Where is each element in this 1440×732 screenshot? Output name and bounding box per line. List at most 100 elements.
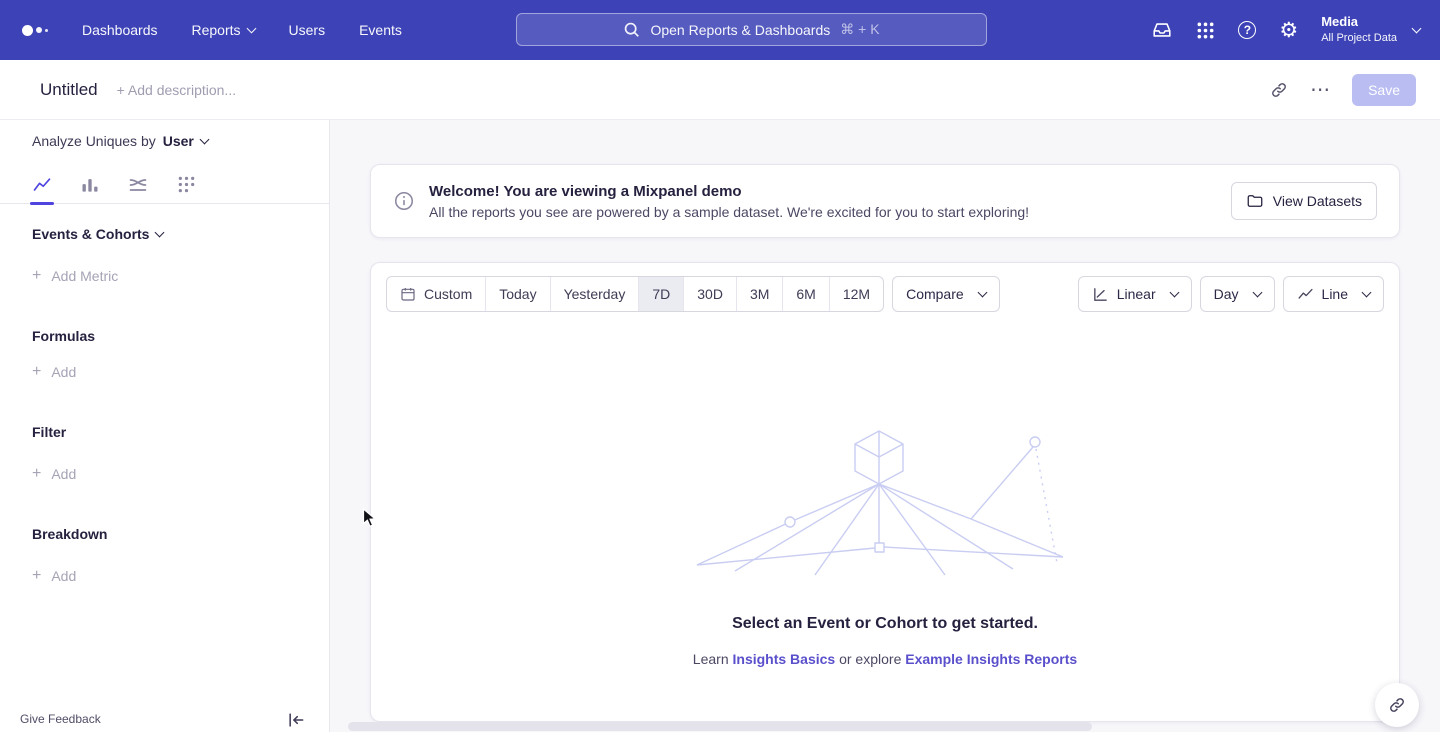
events-cohorts-section[interactable]: Events & Cohorts — [32, 226, 163, 242]
chart-display-controls: Linear Day Line — [1078, 276, 1384, 312]
nav-right: ? ⚙ Media All Project Data — [1151, 0, 1440, 60]
empty-state-title: Select an Event or Cohort to get started… — [371, 615, 1399, 633]
insights-basics-link[interactable]: Insights Basics — [733, 651, 836, 667]
granularity-selector[interactable]: Day — [1200, 276, 1275, 312]
add-formula-button[interactable]: + Add — [32, 364, 76, 380]
horizontal-scrollbar[interactable] — [348, 722, 1092, 731]
date-range-6m[interactable]: 6M — [782, 277, 828, 311]
plus-icon: + — [32, 268, 41, 284]
analyze-value-label: User — [163, 133, 194, 149]
learn-prefix: Learn — [693, 651, 729, 667]
flows-tab-icon[interactable] — [126, 166, 150, 204]
analyze-label: Analyze Uniques by — [32, 133, 156, 149]
date-range-3m[interactable]: 3M — [736, 277, 782, 311]
project-name: Media — [1321, 14, 1397, 31]
compare-button[interactable]: Compare — [892, 276, 1000, 312]
events-cohorts-label: Events & Cohorts — [32, 226, 149, 242]
banner-title: Welcome! You are viewing a Mixpanel demo — [429, 183, 1029, 200]
nav-item-reports-label: Reports — [192, 22, 241, 38]
date-range-yesterday[interactable]: Yesterday — [550, 277, 639, 311]
retention-grid-tab-icon[interactable] — [174, 166, 198, 204]
banner-subtitle: All the reports you see are powered by a… — [429, 204, 1029, 220]
add-breakdown-button[interactable]: + Add — [32, 568, 76, 584]
insights-tab-icon[interactable] — [30, 166, 54, 204]
question-glyph: ? — [1238, 21, 1256, 39]
plus-icon: + — [32, 364, 41, 380]
more-options-icon[interactable]: ⋯ — [1310, 80, 1331, 100]
empty-state-illustration — [695, 425, 1075, 577]
chevron-down-icon — [1362, 288, 1372, 298]
scale-label: Linear — [1117, 286, 1156, 302]
example-insights-reports-link[interactable]: Example Insights Reports — [905, 651, 1077, 667]
bar-chart-tab-icon[interactable] — [78, 166, 102, 204]
nav-item-dashboards[interactable]: Dashboards — [82, 22, 158, 38]
project-scope: All Project Data — [1321, 31, 1397, 45]
nav-item-users[interactable]: Users — [289, 22, 326, 38]
add-breakdown-label: Add — [51, 568, 76, 584]
add-formula-label: Add — [51, 364, 76, 380]
analyze-value-dropdown[interactable]: User — [163, 133, 208, 149]
collapse-sidebar-icon[interactable] — [286, 710, 306, 730]
plus-icon: + — [32, 466, 41, 482]
breakdown-section-label: Breakdown — [32, 526, 107, 542]
top-nav: Dashboards Reports Users Events Open Rep… — [0, 0, 1440, 60]
date-range-12m[interactable]: 12M — [829, 277, 883, 311]
logo-dot — [36, 27, 42, 33]
date-range-custom[interactable]: Custom — [387, 277, 485, 311]
chevron-down-icon — [977, 288, 987, 298]
chevron-down-icon — [1412, 24, 1422, 34]
date-range-7d[interactable]: 7D — [638, 277, 683, 311]
project-switcher[interactable]: Media All Project Data — [1321, 14, 1420, 45]
add-metric-label: Add Metric — [51, 268, 118, 284]
copy-link-fab[interactable] — [1375, 683, 1419, 727]
give-feedback-link[interactable]: Give Feedback — [20, 712, 101, 726]
report-description-placeholder[interactable]: + Add description... — [117, 82, 236, 98]
view-datasets-button[interactable]: View Datasets — [1231, 182, 1377, 220]
report-title[interactable]: Untitled — [40, 80, 98, 100]
report-canvas: Welcome! You are viewing a Mixpanel demo… — [330, 120, 1440, 732]
folder-icon — [1246, 192, 1264, 210]
analyze-row: Analyze Uniques by User — [32, 133, 208, 149]
add-filter-label: Add — [51, 466, 76, 482]
chart-type-selector[interactable]: Line — [1283, 276, 1384, 312]
line-chart-icon — [1297, 286, 1314, 303]
chevron-down-icon — [155, 228, 165, 238]
welcome-banner: Welcome! You are viewing a Mixpanel demo… — [370, 164, 1400, 238]
save-button[interactable]: Save — [1352, 74, 1416, 106]
empty-state-links: Learn Insights Basics or explore Example… — [371, 651, 1399, 667]
global-search[interactable]: Open Reports & Dashboards ⌘ + K — [516, 13, 987, 46]
logo-dot — [45, 29, 48, 32]
chart-toolbar: Custom Today Yesterday 7D 30D 3M 6M 12M … — [371, 263, 1399, 312]
chart-type-label: Line — [1322, 286, 1348, 302]
date-range-custom-label: Custom — [424, 286, 472, 302]
logo-dot — [22, 25, 33, 36]
nav-item-events[interactable]: Events — [359, 22, 402, 38]
query-sidebar: Analyze Uniques by User — [0, 120, 330, 732]
date-range-today[interactable]: Today — [485, 277, 549, 311]
chevron-down-icon — [199, 135, 209, 145]
chevron-down-icon — [246, 24, 256, 34]
chevron-down-icon — [1252, 288, 1262, 298]
date-range-control: Custom Today Yesterday 7D 30D 3M 6M 12M — [386, 276, 884, 312]
calendar-icon — [400, 286, 416, 302]
mixpanel-logo[interactable] — [22, 25, 48, 36]
add-metric-button[interactable]: + Add Metric — [32, 268, 118, 284]
nav-item-reports[interactable]: Reports — [192, 22, 255, 38]
settings-gear-icon[interactable]: ⚙ — [1279, 20, 1298, 41]
search-icon — [623, 21, 640, 38]
apps-grid-icon[interactable] — [1196, 21, 1215, 40]
share-link-icon[interactable] — [1269, 80, 1289, 100]
primary-nav: Dashboards Reports Users Events — [82, 22, 402, 38]
search-placeholder: Open Reports & Dashboards — [650, 22, 830, 38]
linear-scale-icon — [1092, 286, 1109, 303]
filter-section-label: Filter — [32, 424, 66, 440]
inbox-icon[interactable] — [1151, 19, 1173, 41]
compare-label: Compare — [906, 286, 964, 302]
date-range-30d[interactable]: 30D — [683, 277, 736, 311]
chevron-down-icon — [1169, 288, 1179, 298]
plus-icon: + — [32, 568, 41, 584]
help-icon[interactable]: ? — [1238, 21, 1256, 39]
granularity-label: Day — [1214, 286, 1239, 302]
scale-selector[interactable]: Linear — [1078, 276, 1192, 312]
add-filter-button[interactable]: + Add — [32, 466, 76, 482]
